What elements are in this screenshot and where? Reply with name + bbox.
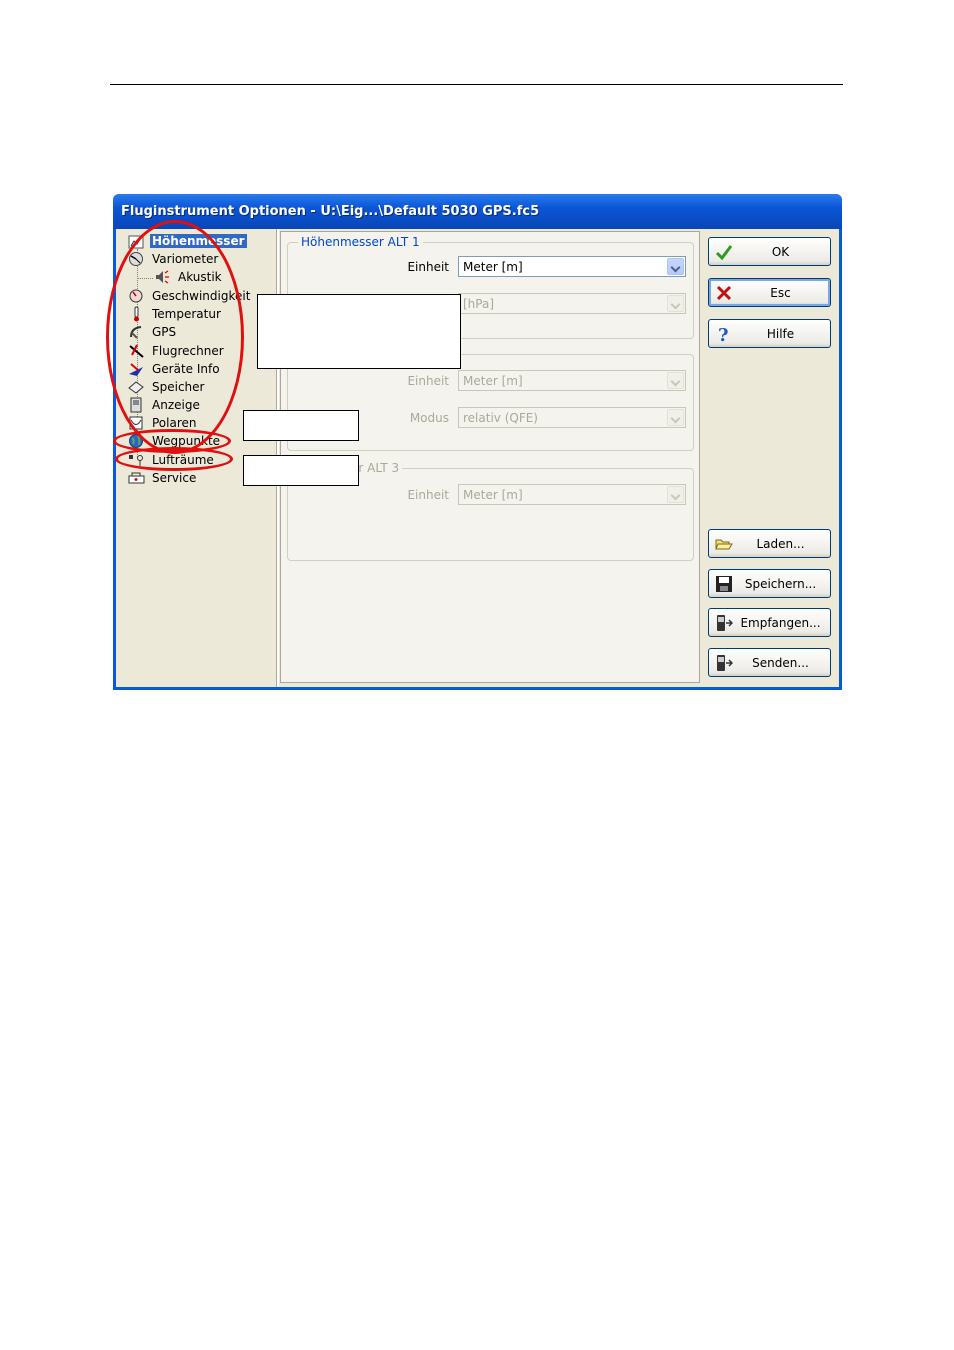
alt1-einheit-label: Einheit bbox=[407, 260, 449, 274]
alt2-einheit-select[interactable]: Meter [m] bbox=[458, 370, 686, 391]
group-alt1-title: Höhenmesser ALT 1 bbox=[298, 235, 423, 249]
annotation-callout-box bbox=[243, 410, 359, 441]
window-title: Fluginstrument Optionen - U:\Eig...\Defa… bbox=[121, 204, 540, 219]
load-button[interactable]: Laden... bbox=[708, 529, 831, 558]
question-mark-icon: ? bbox=[715, 325, 733, 346]
close-icon bbox=[715, 284, 733, 302]
svg-text:?: ? bbox=[718, 325, 729, 343]
save-button[interactable]: Speichern... bbox=[708, 569, 831, 598]
chevron-down-icon[interactable] bbox=[667, 372, 684, 389]
chevron-down-icon[interactable] bbox=[667, 409, 684, 426]
service-icon bbox=[128, 470, 145, 486]
floppy-disk-icon bbox=[715, 575, 733, 593]
esc-button[interactable]: Esc bbox=[708, 278, 831, 307]
annotation-ellipse bbox=[115, 447, 233, 471]
alt2-modus-label: Modus bbox=[409, 411, 449, 425]
annotation-callout-box bbox=[243, 455, 359, 486]
receive-button[interactable]: Empfangen... bbox=[708, 608, 831, 637]
device-receive-icon bbox=[715, 614, 734, 632]
annotation-ellipse bbox=[106, 220, 244, 454]
ok-button[interactable]: OK bbox=[708, 237, 831, 266]
alt3-einheit-label: Einheit bbox=[407, 488, 449, 502]
alt1-einheit-select[interactable]: Meter [m] bbox=[458, 256, 686, 277]
alt3-einheit-select[interactable]: Meter [m] bbox=[458, 484, 686, 505]
tree-item-service[interactable]: Service bbox=[128, 469, 198, 487]
checkmark-icon bbox=[715, 243, 733, 261]
alt1-second-select[interactable]: [hPa] bbox=[458, 293, 686, 314]
title-bar[interactable]: Fluginstrument Optionen - U:\Eig...\Defa… bbox=[113, 194, 842, 229]
device-send-icon bbox=[715, 654, 734, 672]
chevron-down-icon[interactable] bbox=[667, 258, 684, 275]
page-header-rule bbox=[110, 84, 843, 85]
chevron-down-icon[interactable] bbox=[667, 295, 684, 312]
send-button[interactable]: Senden... bbox=[708, 648, 831, 677]
chevron-down-icon[interactable] bbox=[667, 486, 684, 503]
annotation-callout-box bbox=[257, 294, 461, 369]
folder-open-icon bbox=[715, 535, 733, 553]
help-button[interactable]: ? Hilfe bbox=[708, 319, 831, 348]
alt2-einheit-label: Einheit bbox=[407, 374, 449, 388]
alt2-modus-select[interactable]: relativ (QFE) bbox=[458, 407, 686, 428]
